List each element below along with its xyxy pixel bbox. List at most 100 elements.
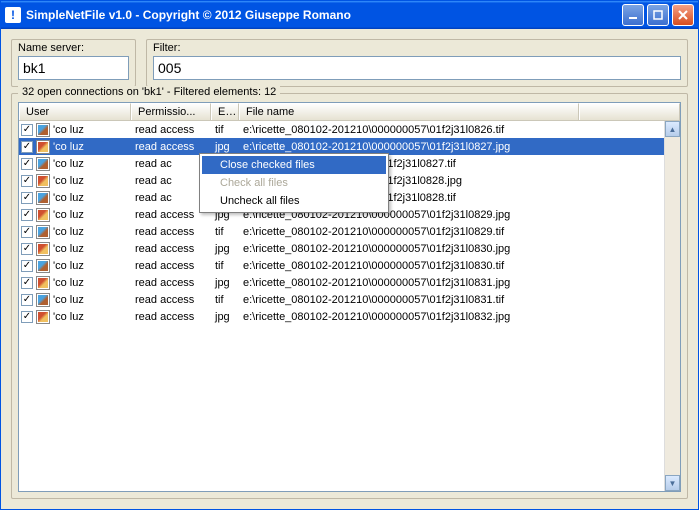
table-row[interactable]: ✓ 'co luz read accesstife:\ricette_080102-…	[19, 121, 680, 138]
row-checkbox[interactable]: ✓	[21, 124, 33, 136]
user-text: 'co luz	[53, 277, 84, 289]
row-checkbox[interactable]: ✓	[21, 260, 33, 272]
app-icon: !	[5, 7, 21, 23]
user-text: 'co luz	[53, 192, 84, 204]
cell-ext: jpg	[211, 311, 239, 323]
window-body: Name server: Filter: 32 open connections…	[1, 29, 698, 509]
name-server-label: Name server:	[18, 42, 129, 54]
title-bar[interactable]: ! SimpleNetFile v1.0 - Copyright © 2012 …	[1, 1, 698, 29]
image-tif-icon	[36, 259, 50, 273]
name-server-input[interactable]	[18, 56, 129, 80]
app-window: ! SimpleNetFile v1.0 - Copyright © 2012 …	[0, 0, 699, 510]
image-jpg-icon	[36, 140, 50, 154]
cell-filename: e:\ricette_080102-201210\000000057\01f2j…	[239, 141, 579, 153]
cell-ext: jpg	[211, 243, 239, 255]
row-checkbox[interactable]: ✓	[21, 141, 33, 153]
image-jpg-icon	[36, 276, 50, 290]
image-tif-icon	[36, 225, 50, 239]
image-tif-icon	[36, 191, 50, 205]
row-checkbox[interactable]: ✓	[21, 209, 33, 221]
maximize-button[interactable]	[647, 4, 669, 26]
cell-ext: jpg	[211, 141, 239, 153]
cell-filename: e:\ricette_080102-201210\000000057\01f2j…	[239, 294, 579, 306]
cell-user: ✓ 'co luz	[19, 174, 131, 188]
group-legend: 32 open connections on 'bk1' - Filtered …	[18, 86, 280, 98]
user-text: 'co luz	[53, 226, 84, 238]
row-checkbox[interactable]: ✓	[21, 175, 33, 187]
cell-filename: e:\ricette_080102-201210\000000057\01f2j…	[239, 226, 579, 238]
row-checkbox[interactable]: ✓	[21, 243, 33, 255]
cell-ext: tif	[211, 124, 239, 136]
filter-input[interactable]	[153, 56, 681, 80]
cell-ext: tif	[211, 260, 239, 272]
table-row[interactable]: ✓'co luzread accessjpge:\ricette_080102-…	[19, 274, 680, 291]
cell-user: ✓ 'co luz	[19, 259, 131, 273]
col-user[interactable]: User	[19, 103, 131, 120]
cell-filename: e:\ricette_080102-201210\000000057\01f2j…	[239, 243, 579, 255]
window-title: SimpleNetFile v1.0 - Copyright © 2012 Gi…	[26, 8, 622, 22]
table-row[interactable]: ✓'co luzread accesstife:\ricette_080102-…	[19, 291, 680, 308]
table-row[interactable]: ✓ 'co luz read accesstife:\ricette_080102-…	[19, 257, 680, 274]
image-tif-icon	[36, 123, 50, 137]
cell-permission: read access	[131, 277, 211, 289]
menu-close-checked[interactable]: Close checked files	[202, 156, 386, 174]
user-text: 'co luz	[53, 158, 84, 170]
scroll-up-icon[interactable]: ▲	[665, 121, 680, 137]
row-checkbox[interactable]: ✓	[21, 192, 33, 204]
user-text: 'co luz	[53, 209, 84, 221]
cell-user: ✓ 'co luz	[19, 276, 131, 290]
col-ext[interactable]: E...	[211, 103, 239, 120]
listview-header[interactable]: User Permissio... E... File name	[19, 103, 680, 121]
cell-user: ✓ 'co luz	[19, 242, 131, 256]
row-checkbox[interactable]: ✓	[21, 294, 33, 306]
vertical-scrollbar[interactable]: ▲ ▼	[664, 121, 680, 491]
table-row[interactable]: ✓'co luzread accesstife:\ricette_080102-…	[19, 223, 680, 240]
cell-permission: read access	[131, 294, 211, 306]
scroll-down-icon[interactable]: ▼	[665, 475, 680, 491]
cell-permission: read access	[131, 226, 211, 238]
col-permission[interactable]: Permissio...	[131, 103, 211, 120]
cell-permission: read access	[131, 124, 211, 136]
table-row[interactable]: ✓ 'co luz read accessjpge:\ricette_080102-…	[19, 308, 680, 325]
cell-filename: e:\ricette_080102-201210\000000057\01f2j…	[239, 311, 579, 323]
image-tif-icon	[36, 157, 50, 171]
user-text: 'co luz	[53, 260, 84, 272]
cell-user: ✓ 'co luz	[19, 140, 131, 154]
row-checkbox[interactable]: ✓	[21, 158, 33, 170]
user-text: 'co luz	[53, 141, 84, 153]
scroll-track[interactable]	[665, 137, 680, 475]
user-text: 'co luz	[53, 124, 84, 136]
col-filename[interactable]: File name	[239, 103, 579, 120]
row-checkbox[interactable]: ✓	[21, 226, 33, 238]
user-text: 'co luz	[53, 311, 84, 323]
user-text: 'co luz	[53, 243, 84, 255]
connections-group: 32 open connections on 'bk1' - Filtered …	[11, 93, 688, 499]
image-tif-icon	[36, 293, 50, 307]
cell-permission: read access	[131, 311, 211, 323]
minimize-button[interactable]	[622, 4, 644, 26]
cell-user: ✓ 'co luz	[19, 191, 131, 205]
row-checkbox[interactable]: ✓	[21, 311, 33, 323]
cell-user: ✓ 'co luz	[19, 208, 131, 222]
image-jpg-icon	[36, 242, 50, 256]
cell-user: ✓ 'co luz	[19, 310, 131, 324]
user-text: 'co luz	[53, 175, 84, 187]
cell-user: ✓ 'co luz	[19, 123, 131, 137]
menu-uncheck-all[interactable]: Uncheck all files	[202, 192, 386, 210]
cell-filename: e:\ricette_080102-201210\000000057\01f2j…	[239, 124, 579, 136]
filter-group: Filter:	[146, 39, 688, 87]
col-pad[interactable]	[579, 103, 680, 120]
table-row[interactable]: ✓ 'co luz read accessjpge:\ricette_080102-…	[19, 240, 680, 257]
name-server-group: Name server:	[11, 39, 136, 87]
image-jpg-icon	[36, 310, 50, 324]
context-menu: Close checked files Check all files Unch…	[199, 153, 389, 213]
menu-check-all[interactable]: Check all files	[202, 174, 386, 192]
row-checkbox[interactable]: ✓	[21, 277, 33, 289]
file-listview[interactable]: User Permissio... E... File name ✓ 'co lu…	[18, 102, 681, 492]
cell-permission: read access	[131, 260, 211, 272]
cell-filename: e:\ricette_080102-201210\000000057\01f2j…	[239, 260, 579, 272]
cell-permission: read access	[131, 243, 211, 255]
cell-filename: e:\ricette_080102-201210\000000057\01f2j…	[239, 277, 579, 289]
user-text: 'co luz	[53, 294, 84, 306]
close-button[interactable]	[672, 4, 694, 26]
